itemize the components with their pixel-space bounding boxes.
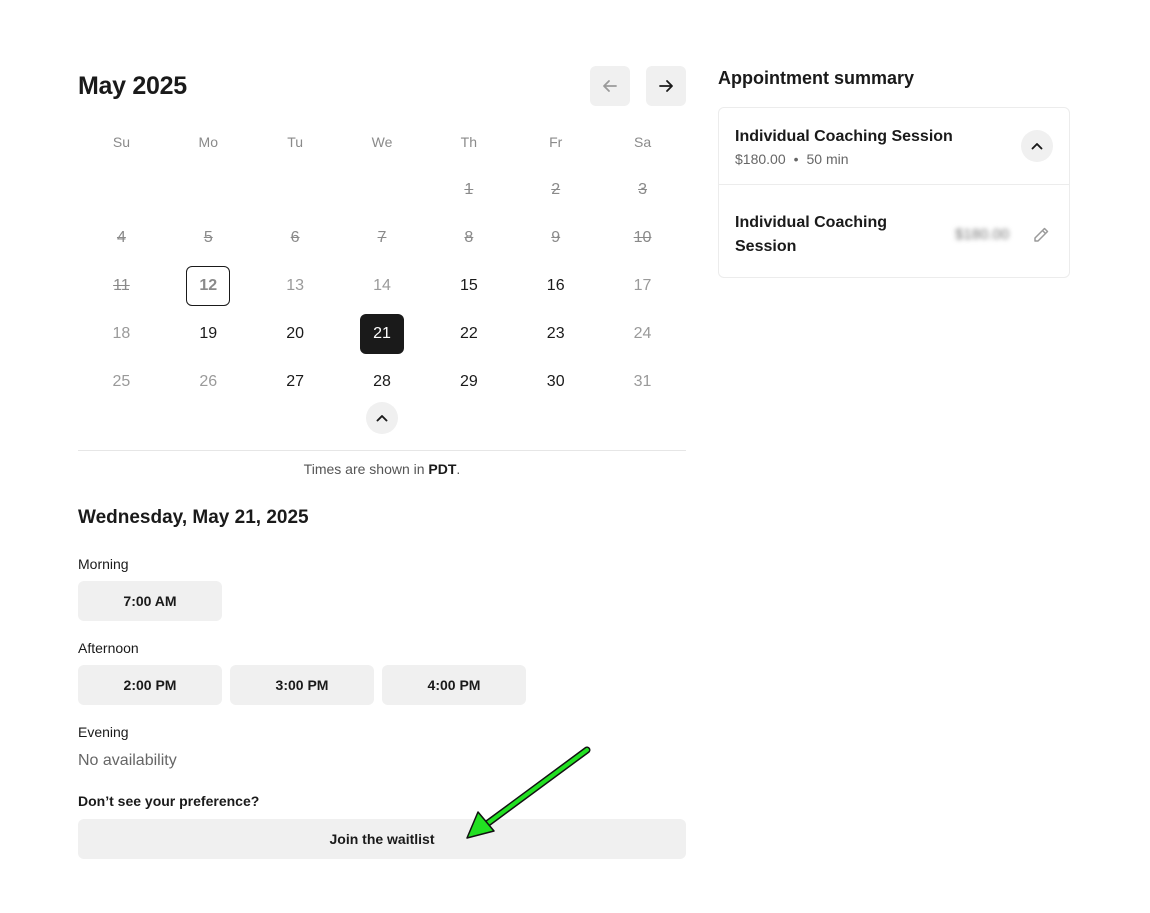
annotation-arrow [466, 746, 591, 839]
